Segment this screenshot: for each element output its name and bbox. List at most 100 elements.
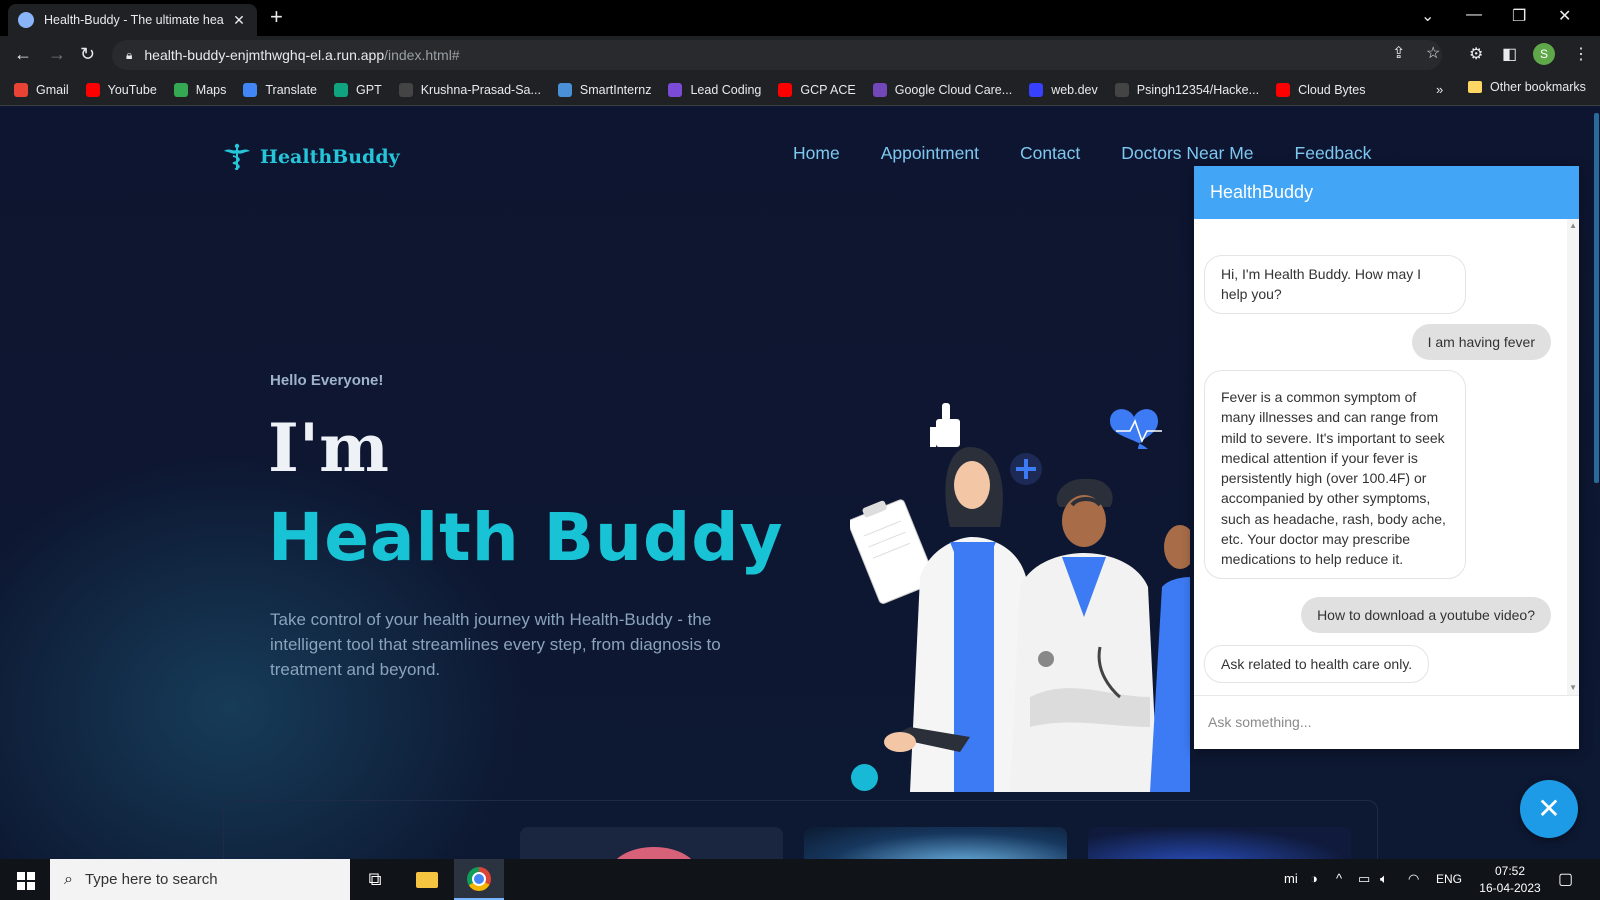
tab-search-chevron-icon[interactable]: ⌄	[1421, 6, 1434, 26]
youtube-icon	[1276, 82, 1291, 97]
bookmark-label: web.dev	[1051, 82, 1098, 97]
address-bar[interactable]: 🔒︎ health-buddy-enjmthwghq-el.a.run.app /…	[112, 40, 1442, 70]
feature-card-2[interactable]	[804, 827, 1067, 859]
nav-doctors-near-me[interactable]: Doctors Near Me	[1121, 143, 1253, 164]
github-icon	[398, 82, 413, 97]
chrome-menu-icon[interactable]: ⋮	[1573, 44, 1589, 64]
bookmark-label: Psingh12354/Hacke...	[1136, 82, 1260, 97]
chat-message-user: I am having fever	[1411, 324, 1551, 361]
bookmark-label: YouTube	[107, 82, 157, 97]
restore-icon[interactable]: ❐	[1512, 6, 1526, 26]
file-explorer-icon[interactable]	[402, 859, 452, 900]
profile-avatar[interactable]: S	[1533, 43, 1555, 65]
maps-icon	[173, 82, 188, 97]
notifications-icon[interactable]: ▢	[1558, 869, 1573, 889]
tab-title: Health-Buddy - The ultimate hea	[44, 13, 224, 27]
bookmark-label: Cloud Bytes	[1298, 82, 1366, 97]
chat-input-area	[1194, 695, 1579, 749]
other-bookmarks[interactable]: Other bookmarks	[1468, 80, 1586, 94]
site-logo[interactable]: HealthBuddy	[222, 143, 400, 171]
bookmark-item[interactable]: Maps	[173, 82, 226, 97]
volume-icon[interactable]: 🔈︎	[1380, 871, 1388, 887]
bookmark-item[interactable]: Krushna-Prasad-Sa...	[398, 82, 541, 97]
other-bookmarks-label: Other bookmarks	[1490, 80, 1586, 94]
share-icon[interactable]: ⇪	[1392, 43, 1405, 63]
more-bookmarks-chevron[interactable]: »	[1436, 82, 1443, 97]
bookmark-label: Lead Coding	[690, 82, 762, 97]
side-panel-icon[interactable]: ◧	[1502, 44, 1517, 64]
system-clock[interactable]: 07:52 16-04-2023	[1470, 863, 1550, 897]
taskbar-search-box[interactable]: ⌕ Type here to search	[50, 859, 350, 900]
chat-scrollbar[interactable]: ▲ ▼	[1567, 219, 1579, 695]
battery-icon[interactable]: ▭	[1358, 871, 1370, 887]
mi-tray-icon[interactable]: mi	[1284, 871, 1298, 886]
bookmark-item[interactable]: SmartInternz	[557, 82, 652, 97]
bookmark-item[interactable]: GCP ACE	[778, 82, 856, 97]
search-icon: ⌕	[64, 870, 73, 888]
forward-arrow-icon[interactable]: →	[48, 44, 66, 64]
extensions-puzzle-icon[interactable]: ⚙	[1469, 44, 1483, 64]
chat-messages[interactable]: Hi, I'm Health Buddy. How may I help you…	[1194, 219, 1579, 695]
tab-close-icon[interactable]: ✕	[231, 12, 247, 29]
nav-feedback[interactable]: Feedback	[1295, 143, 1372, 164]
browser-tab[interactable]: Health-Buddy - The ultimate hea ✕	[8, 4, 257, 36]
chat-message-bot: Hi, I'm Health Buddy. How may I help you…	[1204, 255, 1466, 314]
bookmark-item[interactable]: Translate	[243, 82, 318, 97]
site-brand-name: HealthBuddy	[260, 146, 400, 168]
reload-icon[interactable]: ↻	[80, 44, 95, 64]
bookmark-item[interactable]: Psingh12354/Hacke...	[1114, 82, 1260, 97]
hero-title-line2: Health Buddy	[268, 499, 784, 576]
close-chat-button[interactable]: ✕	[1520, 780, 1578, 838]
back-arrow-icon[interactable]: ←	[14, 44, 32, 64]
scroll-down-arrow-icon[interactable]: ▼	[1569, 683, 1577, 692]
bookmark-item[interactable]: Gmail	[14, 82, 69, 97]
nav-home[interactable]: Home	[793, 143, 840, 164]
card-brain-image	[616, 847, 692, 859]
gmail-icon	[14, 82, 28, 97]
bookmark-item[interactable]: Cloud Bytes	[1276, 82, 1366, 97]
bookmark-label: Translate	[265, 82, 318, 97]
hero-description: Take control of your health journey with…	[270, 610, 721, 679]
github-icon	[1114, 82, 1129, 97]
tray-app-icon[interactable]: ◑	[1310, 871, 1318, 886]
scroll-up-arrow-icon[interactable]: ▲	[1569, 221, 1577, 230]
wifi-icon[interactable]: ◠	[1408, 871, 1419, 887]
show-hidden-icons-chevron[interactable]: ^	[1336, 871, 1342, 886]
page-scrollbar[interactable]	[1594, 113, 1599, 483]
bookmark-label: SmartInternz	[579, 82, 652, 97]
clock-date: 16-04-2023	[1479, 881, 1541, 895]
bookmark-item[interactable]: YouTube	[85, 82, 157, 97]
chat-header: HealthBuddy	[1194, 166, 1579, 219]
bookmark-item[interactable]: web.dev	[1029, 82, 1098, 97]
new-tab-button[interactable]: +	[270, 6, 283, 28]
hero-title-line1: I'm	[268, 409, 389, 487]
chrome-taskbar-icon[interactable]	[454, 859, 504, 900]
windows-start-icon[interactable]	[17, 872, 35, 890]
language-indicator[interactable]: ENG	[1436, 872, 1462, 886]
browser-toolbar: ← → ↻ 🔒︎ health-buddy-enjmthwghq-el.a.ru…	[0, 36, 1600, 74]
task-view-icon[interactable]: ⧉	[350, 859, 400, 900]
feature-card-1[interactable]	[520, 827, 783, 859]
leadcoding-icon	[668, 82, 683, 97]
lock-icon[interactable]: 🔒︎	[126, 48, 132, 63]
feature-card-3[interactable]	[1088, 827, 1351, 859]
folder-icon	[1468, 81, 1482, 93]
carousel-indicator-dot[interactable]	[851, 764, 878, 791]
taskbar-search-placeholder: Type here to search	[84, 871, 218, 888]
nav-appointment[interactable]: Appointment	[881, 143, 979, 164]
bookmark-label: Google Cloud Care...	[894, 82, 1013, 97]
window-close-icon[interactable]: ✕	[1558, 6, 1571, 26]
smartinternz-icon	[557, 82, 572, 97]
chat-input[interactable]	[1208, 696, 1565, 748]
url-path: /index.html#	[384, 47, 460, 63]
bookmark-label: GPT	[356, 82, 382, 97]
chatbot-window: HealthBuddy Hi, I'm Health Buddy. How ma…	[1194, 166, 1579, 749]
nav-contact[interactable]: Contact	[1020, 143, 1080, 164]
doctors-illustration	[850, 403, 1190, 792]
youtube-icon	[778, 82, 793, 97]
bookmark-item[interactable]: Google Cloud Care...	[872, 82, 1013, 97]
bookmark-item[interactable]: GPT	[334, 82, 382, 97]
minimize-icon[interactable]: —	[1466, 6, 1482, 24]
bookmark-item[interactable]: Lead Coding	[668, 82, 762, 97]
bookmark-star-icon[interactable]: ☆	[1426, 43, 1440, 63]
